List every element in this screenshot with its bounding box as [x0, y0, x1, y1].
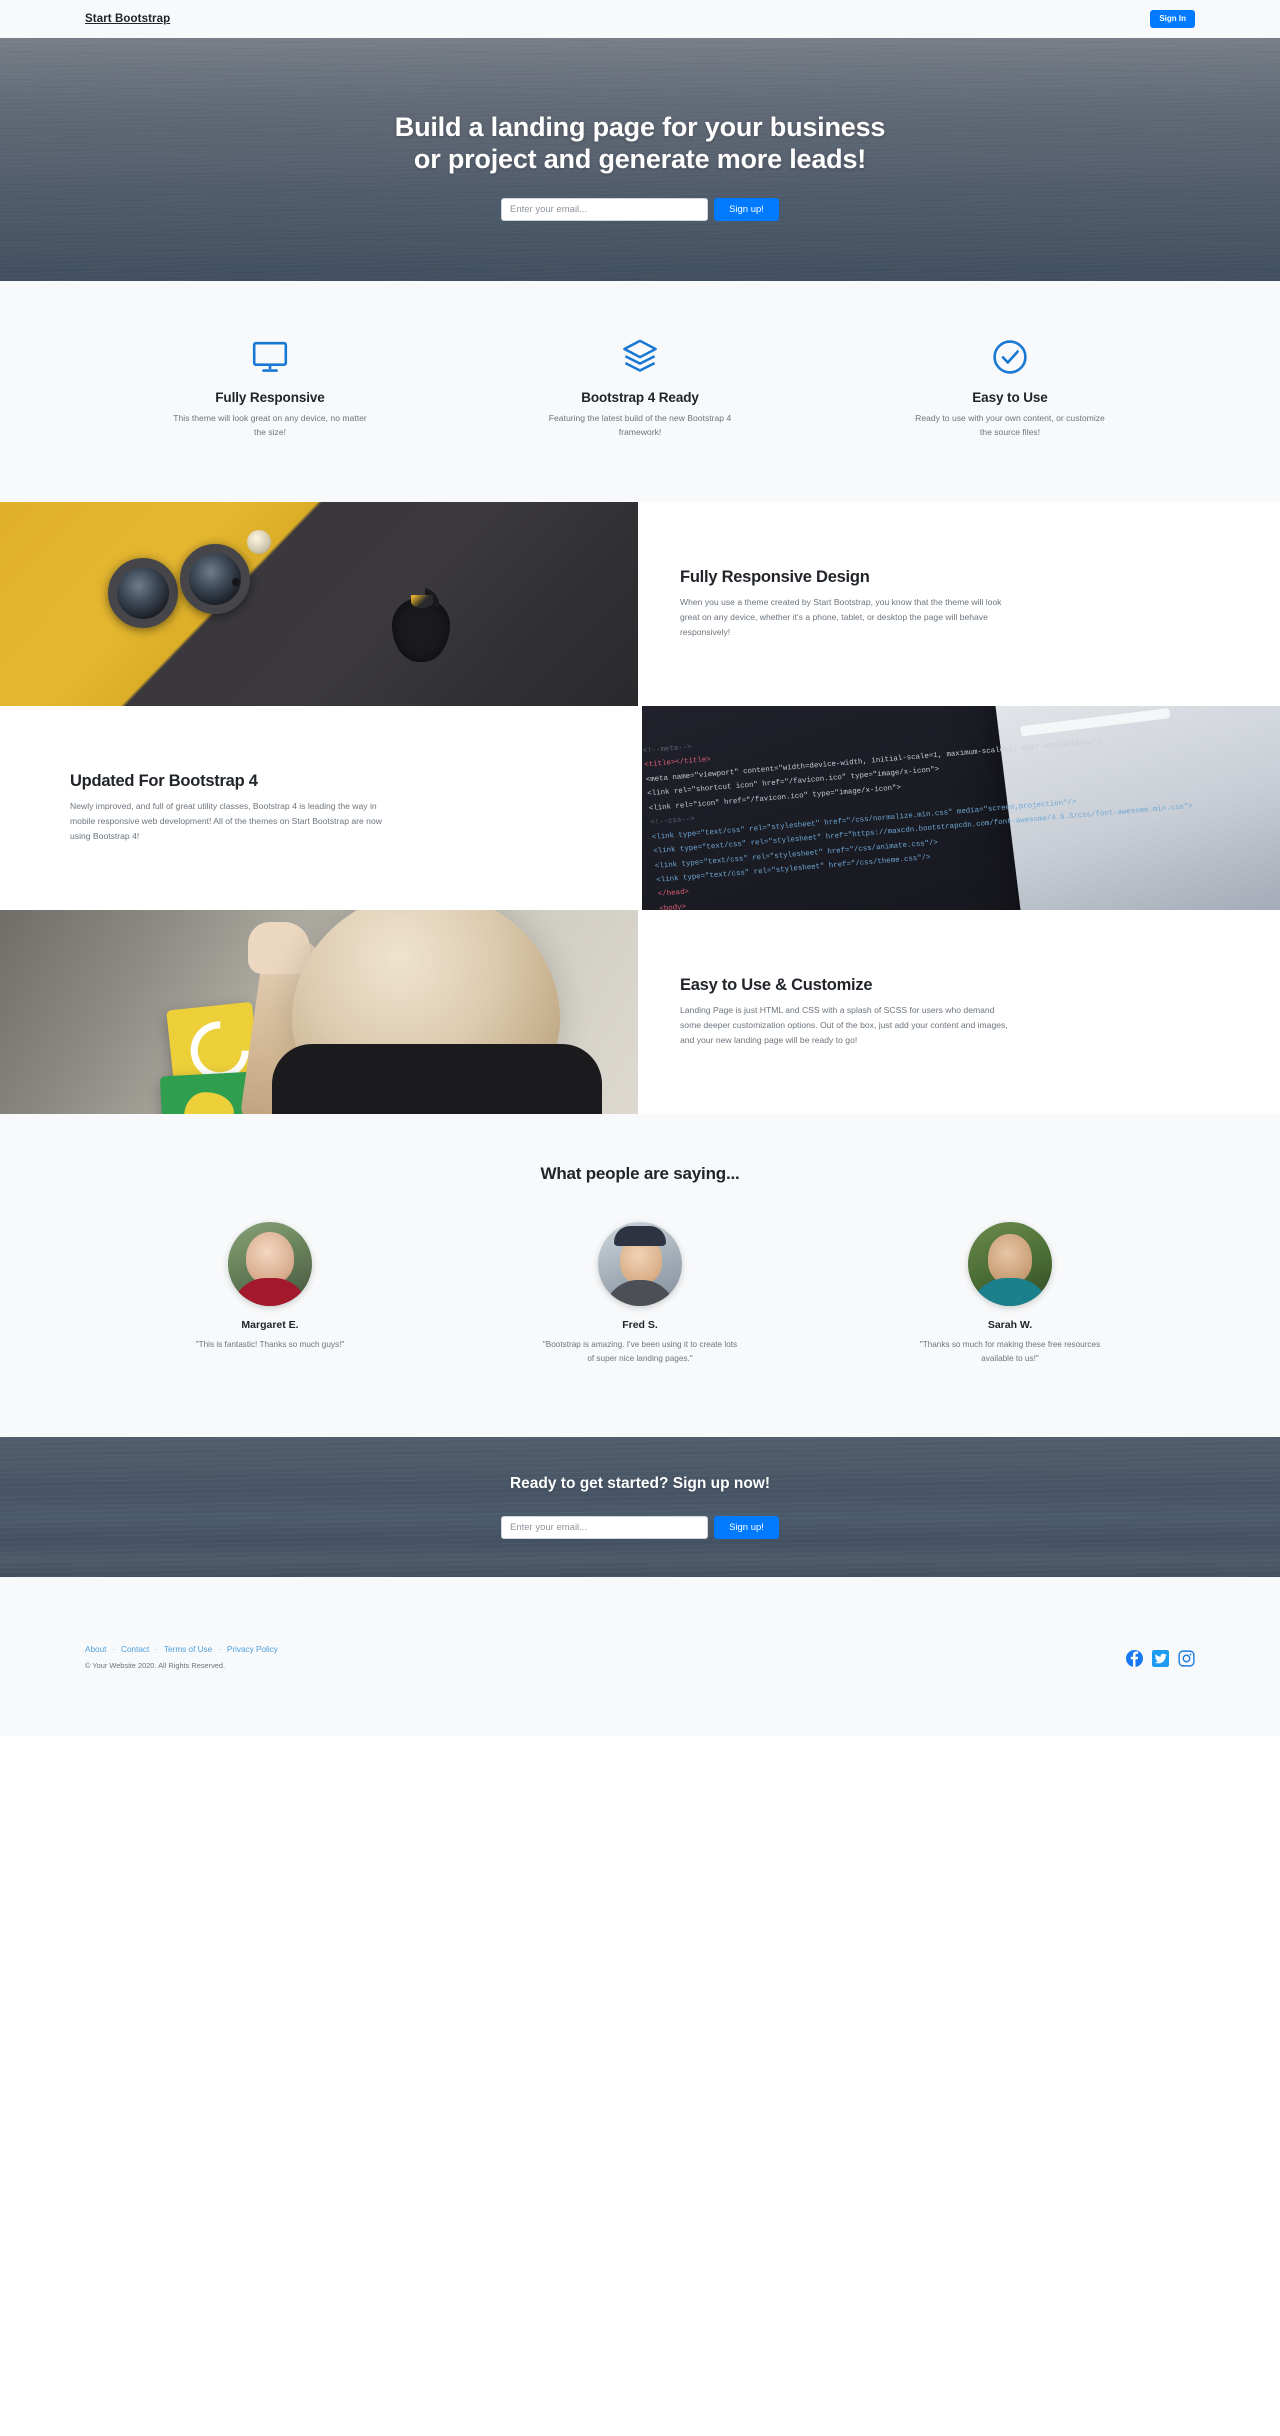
- footer-social-links: [1126, 1645, 1195, 1668]
- footer-link-about[interactable]: About: [85, 1645, 106, 1654]
- testimonial-name: Fred S.: [622, 1318, 658, 1331]
- features-row: Fully Responsive This theme will look gr…: [85, 337, 1195, 440]
- instagram-icon[interactable]: [1178, 1650, 1195, 1667]
- feature-bootstrap-4-ready: Bootstrap 4 Ready Featuring the latest b…: [455, 337, 825, 440]
- feature-title: Easy to Use: [972, 390, 1048, 405]
- showcase-paragraph: Newly improved, and full of great utilit…: [70, 801, 382, 841]
- testimonials-section: What people are saying... Margaret E. "T…: [0, 1113, 1280, 1438]
- footer-links: About · Contact · Terms of Use · Privacy…: [85, 1645, 278, 1654]
- showcase-text: Fully Responsive Design When you use a t…: [638, 501, 1280, 706]
- showcase-title: Updated For Bootstrap 4: [70, 772, 258, 791]
- cta-email-input[interactable]: [501, 1516, 708, 1540]
- testimonials-row: Margaret E. "This is fantastic! Thanks s…: [85, 1221, 1195, 1366]
- showcase-paragraph: When you use a theme created by Start Bo…: [680, 597, 1002, 637]
- showcase-paragraph: Landing Page is just HTML and CSS with a…: [680, 1005, 1008, 1045]
- testimonial-fred: Fred S. "Bootstrap is amazing. I've been…: [455, 1221, 825, 1366]
- child-stacking-toy-blocks-photo: [0, 909, 638, 1114]
- feature-title: Fully Responsive: [215, 390, 325, 405]
- footer-copyright: © Your Website 2020. All Rights Reserved…: [85, 1661, 226, 1671]
- showcase-text: Updated For Bootstrap 4 Newly improved, …: [0, 705, 642, 910]
- footer-link-separator: ·: [218, 1645, 221, 1655]
- top-navbar: Start Bootstrap Sign In: [0, 0, 1280, 38]
- layer-group-icon: [477, 337, 803, 377]
- navbar-brand[interactable]: Start Bootstrap: [85, 13, 170, 25]
- hero-heading-line-1: Build a landing page for your business: [394, 111, 886, 142]
- avatar-fred: [598, 1221, 682, 1306]
- cta-content: Ready to get started? Sign up now! Sign …: [0, 1475, 1280, 1540]
- footer-link-terms-of-use[interactable]: Terms of Use: [164, 1645, 212, 1654]
- testimonial-sarah: Sarah W. "Thanks so much for making thes…: [825, 1221, 1195, 1366]
- testimonial-quote: "Thanks so much for making these free re…: [919, 1339, 1101, 1363]
- footer-inner: About · Contact · Terms of Use · Privacy…: [85, 1645, 1195, 1670]
- desktop-monitor-icon: [107, 337, 433, 377]
- sign-in-button[interactable]: Sign In: [1150, 10, 1195, 28]
- footer-left: About · Contact · Terms of Use · Privacy…: [85, 1645, 278, 1670]
- testimonial-name: Margaret E.: [241, 1318, 299, 1331]
- html-source-code-on-screen-photo: <!--meta--> <title></title> <meta name="…: [642, 705, 1280, 910]
- showcase-easy-to-use-and-customize: Easy to Use & Customize Landing Page is …: [0, 909, 1280, 1114]
- testimonial-quote: "This is fantastic! Thanks so much guys!…: [195, 1339, 345, 1349]
- code-snippet-lines: <!--meta--> <title></title> <meta name="…: [642, 706, 1194, 910]
- testimonials-heading: What people are saying...: [540, 1163, 740, 1183]
- showcase-text: Easy to Use & Customize Landing Page is …: [638, 909, 1280, 1114]
- footer-link-privacy-policy[interactable]: Privacy Policy: [227, 1645, 278, 1654]
- hero-signup-button[interactable]: Sign up!: [714, 198, 779, 222]
- check-circle-icon: [847, 337, 1173, 377]
- footer-link-separator: ·: [112, 1645, 116, 1655]
- cta-signup-form: Sign up!: [0, 1516, 1280, 1540]
- avatar-sarah: [968, 1221, 1052, 1306]
- testimonial-quote: "Bootstrap is amazing. I've been using i…: [542, 1339, 738, 1363]
- twitter-icon[interactable]: [1152, 1650, 1169, 1668]
- hero-heading-line-2: or project and generate more leads!: [413, 143, 867, 174]
- features-section: Fully Responsive This theme will look gr…: [0, 281, 1280, 502]
- cta-heading: Ready to get started? Sign up now!: [509, 1475, 771, 1493]
- black-iphone-on-yellow-background-photo: [0, 501, 638, 706]
- hero-content: Build a landing page for your business o…: [0, 98, 1280, 222]
- feature-text: Featuring the latest build of the new Bo…: [548, 413, 732, 437]
- footer-link-separator: ·: [155, 1645, 158, 1655]
- testimonial-name: Sarah W.: [987, 1318, 1033, 1331]
- showcase-title: Easy to Use & Customize: [680, 976, 873, 995]
- page-footer: About · Contact · Terms of Use · Privacy…: [0, 1577, 1280, 1737]
- hero-email-input[interactable]: [501, 198, 708, 222]
- footer-link-contact[interactable]: Contact: [121, 1645, 149, 1654]
- facebook-icon[interactable]: [1126, 1650, 1143, 1668]
- feature-text: This theme will look great on any device…: [173, 413, 367, 437]
- feature-fully-responsive: Fully Responsive This theme will look gr…: [85, 337, 455, 440]
- feature-text: Ready to use with your own content, or c…: [915, 413, 1105, 437]
- showcase-title: Fully Responsive Design: [680, 568, 870, 587]
- testimonial-margaret: Margaret E. "This is fantastic! Thanks s…: [85, 1221, 455, 1366]
- hero-heading: Build a landing page for your business o…: [0, 112, 1280, 176]
- cta-signup-button[interactable]: Sign up!: [714, 1516, 779, 1540]
- cta-section: Ready to get started? Sign up now! Sign …: [0, 1437, 1280, 1578]
- showcase-fully-responsive-design: Fully Responsive Design When you use a t…: [0, 501, 1280, 706]
- showcase-updated-for-bootstrap-4: Updated For Bootstrap 4 Newly improved, …: [0, 705, 1280, 910]
- feature-title: Bootstrap 4 Ready: [581, 390, 699, 405]
- feature-easy-to-use: Easy to Use Ready to use with your own c…: [825, 337, 1195, 440]
- avatar-margaret: [228, 1221, 312, 1306]
- navbar-inner: Start Bootstrap Sign In: [85, 10, 1195, 28]
- hero-masthead: Build a landing page for your business o…: [0, 38, 1280, 281]
- hero-signup-form: Sign up!: [0, 198, 1280, 222]
